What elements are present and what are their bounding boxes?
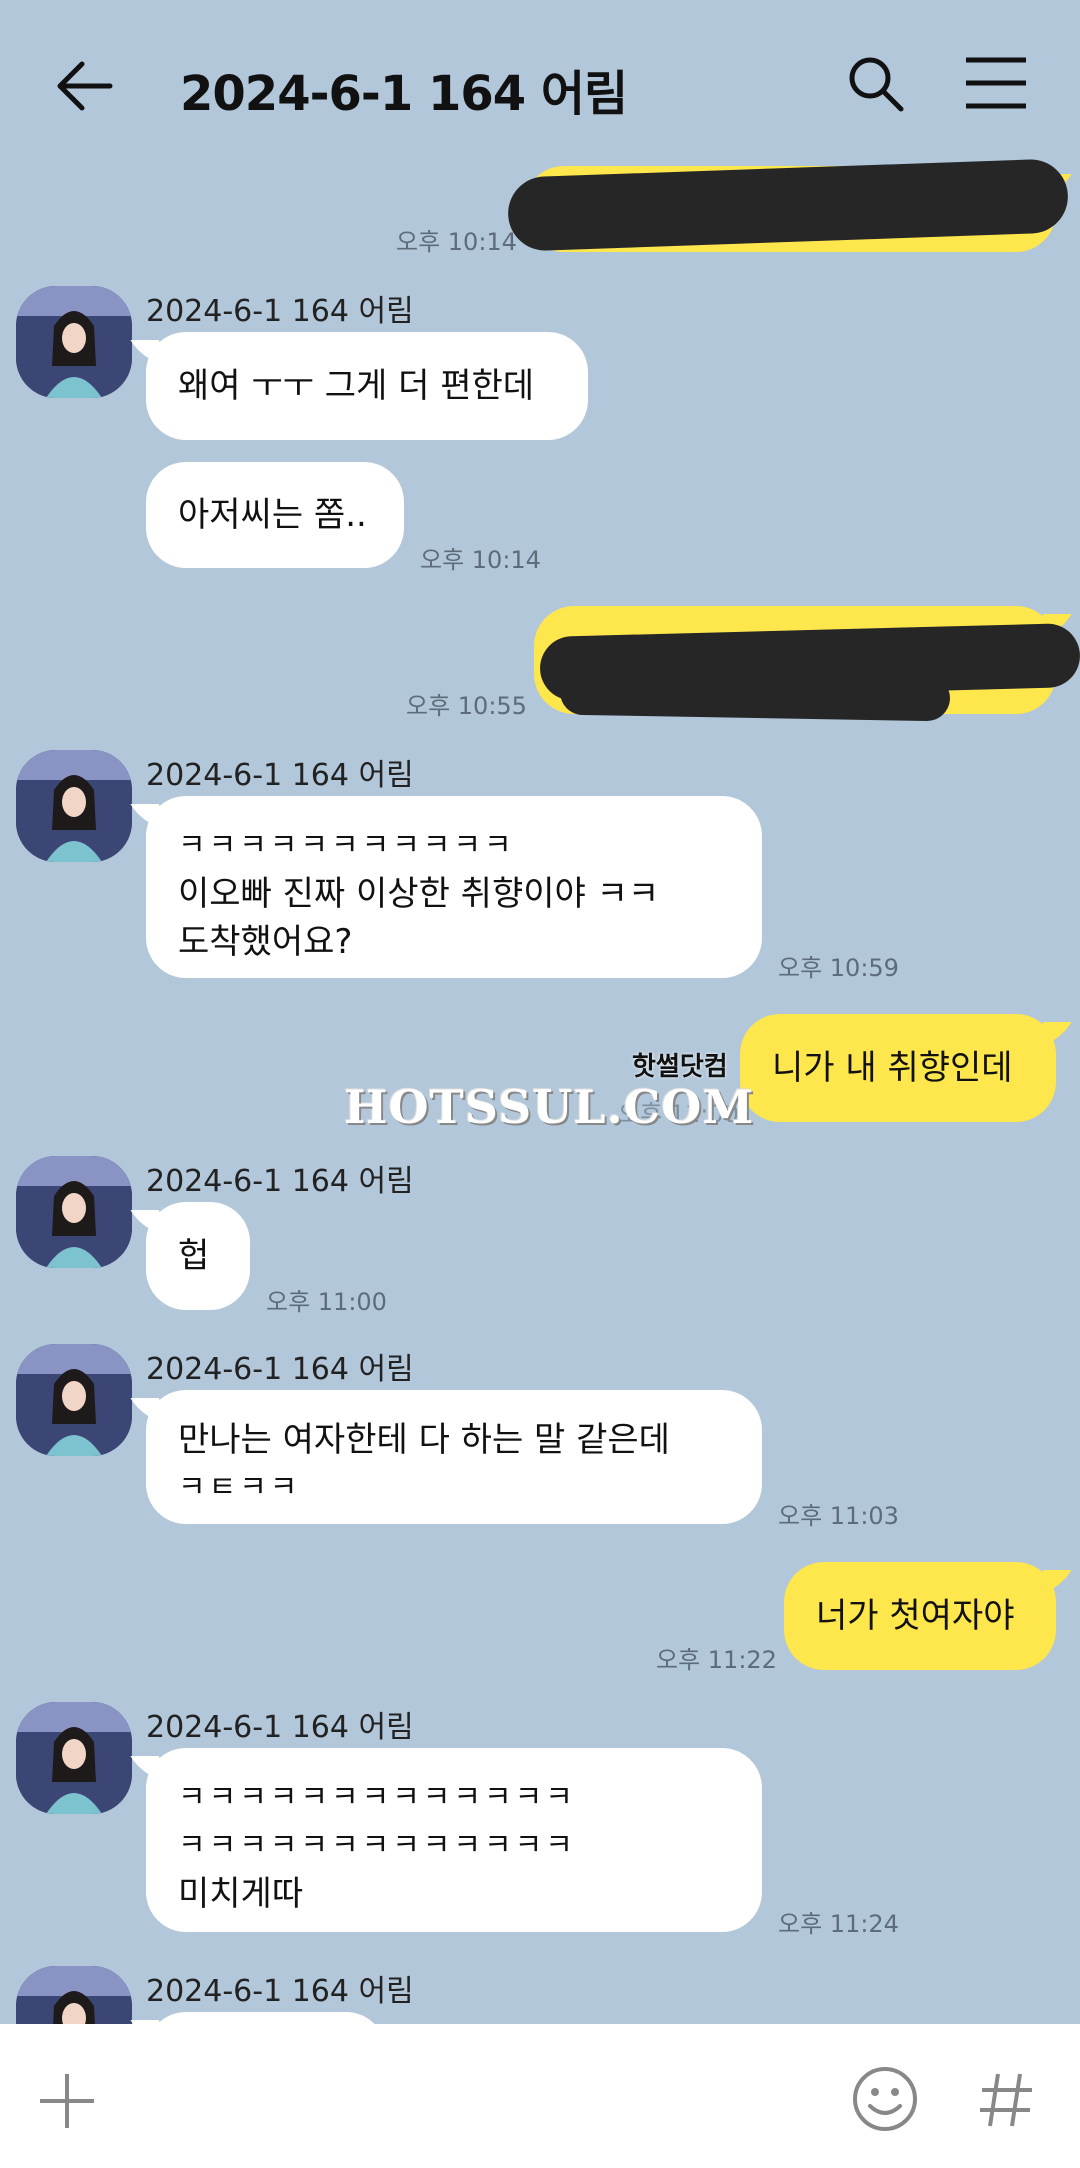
profile-photo (16, 1344, 132, 1456)
their-message-bubble[interactable]: 왜여 ㅜㅜ 그게 더 편한데 (146, 332, 588, 440)
search-button[interactable] (846, 54, 906, 114)
their-message-bubble[interactable]: ㅋㅋㅋㅋㅋㅋㅋㅋㅋㅋㅋㅋㅋ ㅋㅋㅋㅋㅋㅋㅋㅋㅋㅋㅋㅋㅋ 미치게따 (146, 1748, 762, 1932)
message-time: 오후 10:14 (396, 228, 517, 256)
their-message-bubble[interactable]: 헙 (146, 1202, 250, 1310)
profile-photo (16, 1702, 132, 1814)
search-icon (849, 57, 904, 112)
their-message-bubble[interactable]: 아저씨는 쫌.. (146, 462, 404, 568)
hamburger-menu-icon (966, 57, 1026, 109)
menu-button[interactable] (964, 56, 1028, 110)
emoji-button[interactable] (852, 2066, 918, 2132)
message-line: ㅋㅌㅋㅋ (178, 1470, 301, 1505)
their-message-bubble[interactable]: ㅋㅋㅋㅋㅋㅋㅋㅋㅋㅋㅋ 이오빠 진짜 이상한 취향이야 ㅋㅋ 도착했어요? (146, 796, 762, 978)
smiley-icon (853, 2067, 917, 2131)
avatar[interactable] (16, 1344, 132, 1456)
message-line: ㅋㅋㅋㅋㅋㅋㅋㅋㅋㅋㅋㅋㅋ (178, 1828, 576, 1863)
message-time: 오후 10:14 (420, 546, 541, 574)
message-time: 오후 11:24 (778, 1910, 899, 1938)
redaction-mark (559, 668, 951, 722)
profile-photo (16, 286, 132, 398)
sender-name: 2024-6-1 164 어림 (146, 1164, 414, 1199)
sender-name: 2024-6-1 164 어림 (146, 1710, 414, 1745)
sender-name: 2024-6-1 164 어림 (146, 758, 414, 793)
message-time: 오후 11:00 (266, 1288, 387, 1316)
hashtag-button[interactable] (978, 2070, 1034, 2130)
my-message-bubble[interactable]: 니가 내 취향인데 (740, 1014, 1056, 1122)
avatar[interactable] (16, 750, 132, 862)
message-input-bar[interactable] (0, 2024, 1080, 2168)
sender-name: 2024-6-1 164 어림 (146, 1974, 414, 2009)
chat-header: 2024-6-1 164 어림 (0, 0, 1080, 170)
avatar[interactable] (16, 1702, 132, 1814)
message-time: 오후 11:22 (656, 1646, 777, 1674)
sender-name: 2024-6-1 164 어림 (146, 294, 414, 329)
message-line: 미치게따 (178, 1874, 304, 1914)
profile-photo (16, 750, 132, 862)
back-button[interactable] (52, 52, 120, 120)
watermark: HOTSSUL.COM (344, 1080, 755, 1134)
message-line: ㅋㅋㅋㅋㅋㅋㅋㅋㅋㅋㅋ (178, 828, 515, 863)
attach-button[interactable] (38, 2072, 96, 2130)
message-time: 오후 11:03 (778, 1502, 899, 1530)
sender-name: 2024-6-1 164 어림 (146, 1352, 414, 1387)
watermark-korean: 핫썰닷컴 (632, 1052, 728, 1082)
message-time: 오후 10:59 (778, 954, 899, 982)
message-line: 이오빠 진짜 이상한 취향이야 ㅋㅋ (178, 874, 660, 914)
arrow-left-icon (57, 61, 113, 111)
my-message-bubble[interactable]: 너가 첫여자야 (784, 1562, 1056, 1670)
avatar[interactable] (16, 286, 132, 398)
hashtag-icon (980, 2073, 1032, 2127)
message-line: ㅋㅋㅋㅋㅋㅋㅋㅋㅋㅋㅋㅋㅋ (178, 1780, 576, 1815)
their-message-bubble[interactable]: 만나는 여자한테 다 하는 말 같은데 ㅋㅌㅋㅋ (146, 1390, 762, 1524)
profile-photo (16, 1156, 132, 1268)
message-line: 만나는 여자한테 다 하는 말 같은데 (178, 1420, 670, 1460)
message-line: 도착했어요? (178, 922, 353, 962)
avatar[interactable] (16, 1156, 132, 1268)
plus-icon (40, 2074, 94, 2128)
chat-title: 2024-6-1 164 어림 (180, 66, 628, 122)
message-time: 오후 10:55 (406, 692, 527, 720)
